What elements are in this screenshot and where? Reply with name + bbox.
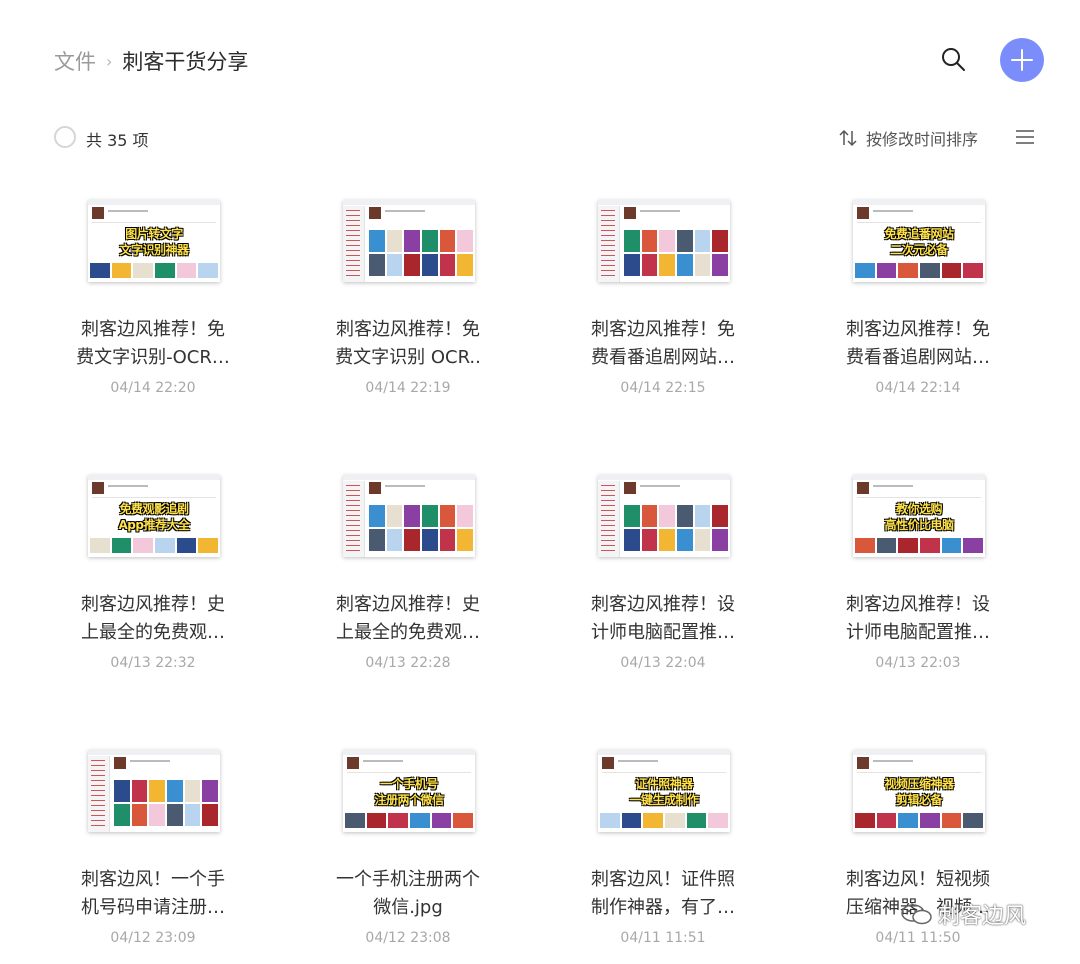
- file-date: 04/12 23:09: [110, 930, 196, 946]
- thumbnail-banner: 教你选购 高性价比电脑: [884, 502, 954, 532]
- file-card[interactable]: 图片转文字 文字识别神器刺客边风推荐！免 费文字识别-OCR… 04/14 22:20: [43, 200, 263, 440]
- file-name: 刺客边风！证件照 制作神器，有了…: [591, 869, 735, 918]
- file-card[interactable]: 刺客边风推荐！设 计师电脑配置推… 04/13 22:04: [553, 475, 773, 715]
- file-name: 刺客边风推荐！免 费看番追剧网站…: [846, 319, 990, 368]
- file-date: 04/13 22:03: [875, 655, 961, 671]
- file-thumbnail: [598, 200, 730, 282]
- file-thumbnail: 教你选购 高性价比电脑: [853, 475, 985, 557]
- file-name: 刺客边风推荐！史 上最全的免费观…: [81, 594, 225, 643]
- file-date: 04/12 23:08: [365, 930, 451, 946]
- file-thumbnail: [88, 750, 220, 832]
- file-card[interactable]: 视频压缩神器 剪辑必备 刺客边风！短视频 压缩神器，视频… 04/11 11:50: [808, 750, 1028, 964]
- file-date: 04/14 22:19: [365, 380, 451, 396]
- file-name: 刺客边风推荐！免 费文字识别 OCR..: [335, 319, 481, 368]
- file-card[interactable]: 一个手机号 注册两个微信一个手机注册两个 微信.jpg 04/12 23:08: [298, 750, 518, 964]
- file-thumbnail: 证件照神器 一键生成制作: [598, 750, 730, 832]
- file-name: 刺客边风！一个手 机号码申请注册…: [81, 869, 225, 918]
- watermark-text: 刺客边风: [938, 904, 1027, 929]
- thumbnail-banner: 视频压缩神器 剪辑必备: [884, 777, 954, 807]
- file-thumbnail: 视频压缩神器 剪辑必备: [853, 750, 985, 832]
- file-card[interactable]: 刺客边风推荐！免 费看番追剧网站… 04/14 22:15: [553, 200, 773, 440]
- file-thumbnail: 图片转文字 文字识别神器: [88, 200, 220, 282]
- file-date: 04/14 22:14: [875, 380, 961, 396]
- file-name: 刺客边风推荐！免 费看番追剧网站…: [591, 319, 735, 368]
- file-date: 04/13 22:04: [620, 655, 706, 671]
- file-date: 04/14 22:20: [110, 380, 196, 396]
- file-date: 04/13 22:32: [110, 655, 196, 671]
- file-name: 刺客边风推荐！免 费文字识别-OCR…: [76, 319, 230, 368]
- file-grid: 图片转文字 文字识别神器刺客边风推荐！免 费文字识别-OCR… 04/14 22:20…: [0, 0, 1080, 964]
- file-name: 刺客边风推荐！设 计师电脑配置推…: [591, 594, 735, 643]
- file-thumbnail: [598, 475, 730, 557]
- file-thumbnail: 免费观影追剧 App推荐大全: [88, 475, 220, 557]
- file-card[interactable]: 刺客边风推荐！史 上最全的免费观… 04/13 22:28: [298, 475, 518, 715]
- thumbnail-banner: 免费观影追剧 App推荐大全: [118, 502, 190, 532]
- thumbnail-banner: 一个手机号 注册两个微信: [374, 777, 444, 807]
- file-card[interactable]: 刺客边风！一个手 机号码申请注册… 04/12 23:09: [43, 750, 263, 964]
- file-thumbnail: [343, 475, 475, 557]
- file-date: 04/13 22:28: [365, 655, 451, 671]
- watermark: 刺客边风: [900, 898, 1026, 930]
- file-date: 04/11 11:50: [875, 930, 961, 946]
- wechat-icon: [901, 904, 932, 925]
- file-thumbnail: [343, 200, 475, 282]
- file-card[interactable]: 证件照神器 一键生成制作刺客边风！证件照 制作神器，有了… 04/11 11:51: [553, 750, 773, 964]
- thumbnail-banner: 证件照神器 一键生成制作: [629, 777, 699, 807]
- file-name: 刺客边风推荐！史 上最全的免费观…: [336, 594, 480, 643]
- file-date: 04/14 22:15: [620, 380, 706, 396]
- file-card[interactable]: 免费观影追剧 App推荐大全刺客边风推荐！史 上最全的免费观… 04/13 22:32: [43, 475, 263, 715]
- file-card[interactable]: 教你选购 高性价比电脑刺客边风推荐！设 计师电脑配置推… 04/13 22:03: [808, 475, 1028, 715]
- thumbnail-banner: 免费追番网站 二次元必备: [884, 227, 954, 257]
- file-card[interactable]: 刺客边风推荐！免 费文字识别 OCR.. 04/14 22:19: [298, 200, 518, 440]
- file-date: 04/11 11:51: [620, 930, 706, 946]
- file-thumbnail: 一个手机号 注册两个微信: [343, 750, 475, 832]
- file-name: 刺客边风推荐！设 计师电脑配置推…: [846, 594, 990, 643]
- file-card[interactable]: 免费追番网站 二次元必备刺客边风推荐！免 费看番追剧网站… 04/14 22:14: [808, 200, 1028, 440]
- file-name: 一个手机注册两个 微信.jpg: [336, 869, 480, 918]
- file-thumbnail: 免费追番网站 二次元必备: [853, 200, 985, 282]
- thumbnail-banner: 图片转文字 文字识别神器: [119, 227, 189, 257]
